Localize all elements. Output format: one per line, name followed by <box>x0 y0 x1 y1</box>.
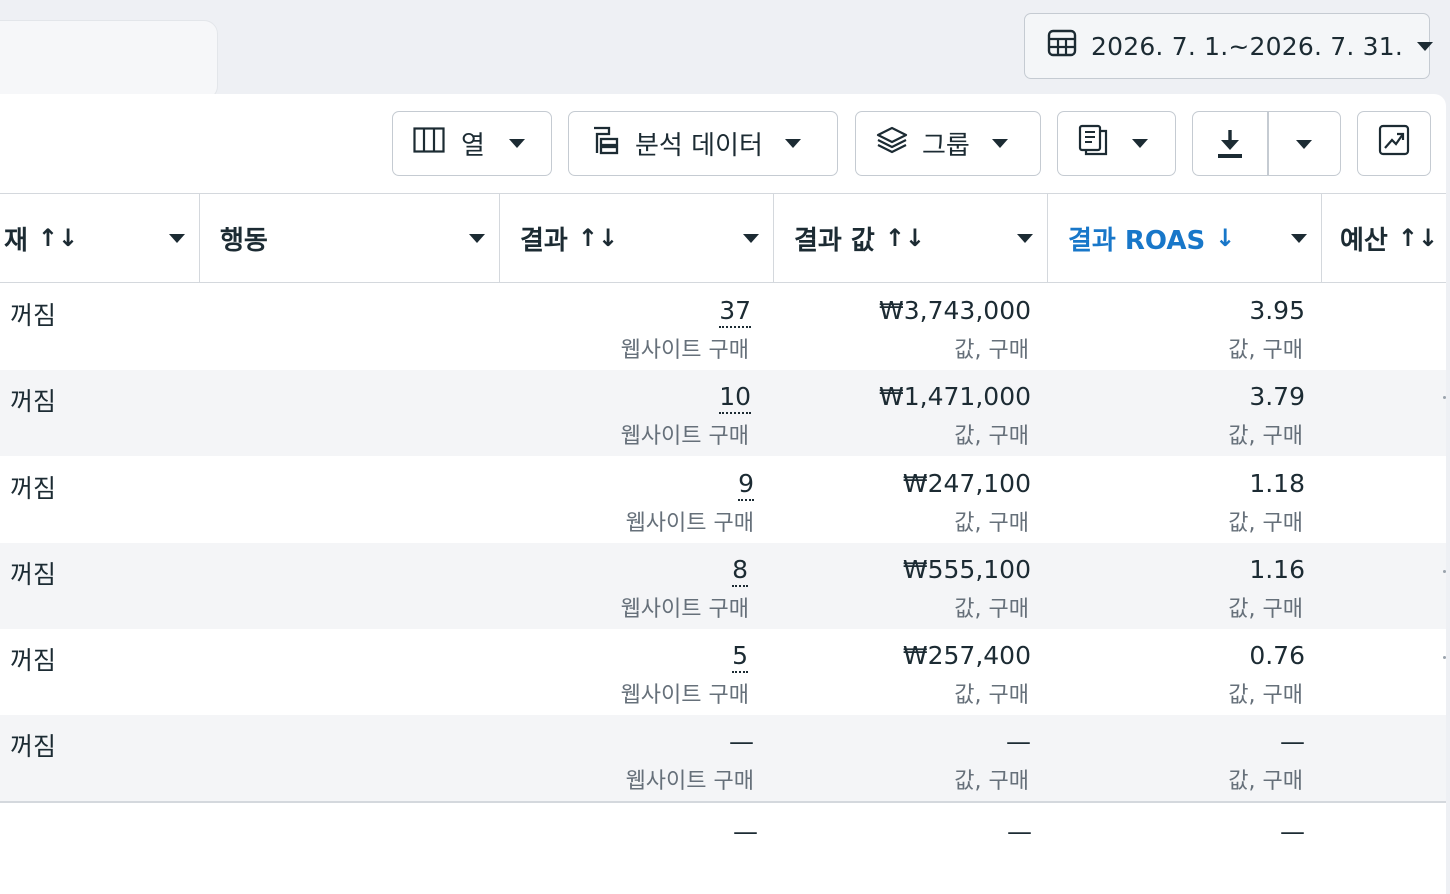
download-icon[interactable] <box>1215 128 1245 167</box>
results-value[interactable]: 8 <box>732 555 748 587</box>
roas-sub: 값, 구매 <box>1228 424 1303 449</box>
results-value[interactable]: 37 <box>719 296 751 328</box>
table-row[interactable]: 꺼짐 37 웹사이트 구매 ₩3,743,000 값, 구매 3.95 값, 구… <box>0 284 1446 370</box>
layers-icon <box>876 126 908 161</box>
totals-row: — — — <box>0 803 1446 880</box>
chevron-down-icon <box>991 139 1008 148</box>
roas-sub: 값, 구매 <box>1228 683 1303 708</box>
results-sub: 웹사이트 구매 <box>620 597 749 622</box>
sort-icon: ↑↓ <box>577 224 619 252</box>
column-header-result-value[interactable]: 결과 값 ↑↓ <box>774 194 1048 282</box>
chevron-down-icon[interactable] <box>743 234 759 243</box>
column-header-results[interactable]: 결과 ↑↓ <box>500 194 774 282</box>
results-sub: 웹사이트 구매 <box>620 683 749 708</box>
status-cell: 꺼짐 <box>10 732 57 761</box>
chevron-down-icon[interactable] <box>1291 234 1307 243</box>
result-value-sub: 값, 구매 <box>954 769 1029 794</box>
date-range-picker[interactable]: 2026. 7. 1.~2026. 7. 31. <box>1024 13 1433 79</box>
table-row[interactable]: 꺼짐 5 웹사이트 구매 ₩257,400 값, 구매 0.76 값, 구매 <box>0 629 1446 715</box>
chevron-down-icon[interactable] <box>169 234 185 243</box>
roas-cell: — <box>1280 727 1305 756</box>
roas-sub: 값, 구매 <box>1228 769 1303 794</box>
chevron-down-icon[interactable] <box>1296 140 1312 149</box>
column-header-action[interactable]: 행동 <box>200 194 500 282</box>
edge-dot <box>1443 570 1446 573</box>
results-value[interactable]: 5 <box>732 641 748 673</box>
roas-cell: 3.79 <box>1249 382 1305 411</box>
chevron-down-icon <box>1132 139 1148 148</box>
reports-icon <box>1078 124 1110 163</box>
results-value[interactable]: 10 <box>719 382 751 414</box>
column-header-status[interactable]: 재 ↑↓ <box>0 194 200 282</box>
columns-label: 열 <box>461 131 485 161</box>
date-range-label: 2026. 7. 1.~2026. 7. 31. <box>1091 31 1403 61</box>
result-value-cell: ₩3,743,000 <box>879 296 1031 325</box>
results-sub: 웹사이트 구매 <box>625 511 754 536</box>
result-value-cell: — <box>1006 727 1031 756</box>
reports-button[interactable] <box>1057 111 1176 176</box>
edge-dot <box>1443 396 1446 399</box>
status-cell: 꺼짐 <box>10 646 57 675</box>
table-row[interactable]: 꺼짐 8 웹사이트 구매 ₩555,100 값, 구매 1.16 값, 구매 <box>0 543 1446 629</box>
table-row[interactable]: 꺼짐 — 웹사이트 구매 — 값, 구매 — 값, 구매 <box>0 715 1446 801</box>
breakdown-button[interactable]: 분석 데이터 <box>568 111 838 176</box>
table-row[interactable]: 꺼짐 9 웹사이트 구매 ₩247,100 값, 구매 1.18 값, 구매 <box>0 457 1446 543</box>
roas-cell: 0.76 <box>1249 641 1305 670</box>
totals-value: — <box>1007 817 1032 846</box>
chevron-down-icon[interactable] <box>469 234 485 243</box>
result-value-sub: 값, 구매 <box>954 338 1029 363</box>
chart-button[interactable] <box>1357 111 1431 176</box>
sort-desc-icon: ↓ <box>1215 224 1236 252</box>
status-cell: 꺼짐 <box>10 387 57 416</box>
roas-cell: 1.16 <box>1249 555 1305 584</box>
group-label: 그룹 <box>922 131 970 161</box>
result-value-cell: ₩257,400 <box>902 641 1031 670</box>
roas-cell: 1.18 <box>1249 469 1305 498</box>
roas-sub: 값, 구매 <box>1228 511 1303 536</box>
export-split-button[interactable] <box>1192 111 1341 176</box>
sort-icon: ↑↓ <box>37 224 79 252</box>
table-header: 재 ↑↓ 행동 결과 ↑↓ 결과 값 ↑↓ 결과 ROAS ↓ 예산 ↑↓ <box>0 193 1446 283</box>
chevron-down-icon <box>1417 41 1433 51</box>
edge-dot <box>1443 656 1446 659</box>
sort-icon: ↑↓ <box>1397 224 1439 252</box>
columns-button[interactable]: 열 <box>392 111 552 176</box>
columns-icon <box>413 127 445 160</box>
result-value-cell: ₩555,100 <box>902 555 1031 584</box>
result-value-sub: 값, 구매 <box>954 683 1029 708</box>
result-value-sub: 값, 구매 <box>954 424 1029 449</box>
chevron-down-icon[interactable] <box>1017 234 1033 243</box>
column-header-budget[interactable]: 예산 ↑↓ <box>1322 194 1446 282</box>
column-header-roas[interactable]: 결과 ROAS ↓ <box>1048 194 1322 282</box>
group-button[interactable]: 그룹 <box>855 111 1041 176</box>
results-value: — <box>729 727 754 756</box>
totals-roas: — <box>1280 817 1305 846</box>
breakdown-label: 분석 데이터 <box>635 131 763 161</box>
chevron-down-icon <box>784 139 801 148</box>
result-value-sub: 값, 구매 <box>954 511 1029 536</box>
result-value-sub: 값, 구매 <box>954 597 1029 622</box>
totals-results: — <box>733 817 758 846</box>
status-cell: 꺼짐 <box>10 560 57 589</box>
chevron-down-icon <box>508 139 525 148</box>
breakdown-icon <box>591 125 621 162</box>
status-cell: 꺼짐 <box>10 474 57 503</box>
calendar-icon <box>1047 28 1077 64</box>
roas-sub: 값, 구매 <box>1228 338 1303 363</box>
table-row[interactable]: 꺼짐 10 웹사이트 구매 ₩1,471,000 값, 구매 3.79 값, 구… <box>0 370 1446 456</box>
split-divider <box>1267 112 1269 175</box>
status-cell: 꺼짐 <box>10 301 57 330</box>
results-sub: 웹사이트 구매 <box>625 769 754 794</box>
roas-cell: 3.95 <box>1249 296 1305 325</box>
result-value-cell: ₩1,471,000 <box>879 382 1031 411</box>
result-value-cell: ₩247,100 <box>902 469 1031 498</box>
results-sub: 웹사이트 구매 <box>620 424 749 449</box>
view-tab[interactable] <box>0 20 218 100</box>
chart-trend-icon <box>1378 124 1410 163</box>
results-value[interactable]: 9 <box>738 469 754 501</box>
roas-sub: 값, 구매 <box>1228 597 1303 622</box>
results-sub: 웹사이트 구매 <box>620 338 749 363</box>
sort-icon: ↑↓ <box>884 224 926 252</box>
